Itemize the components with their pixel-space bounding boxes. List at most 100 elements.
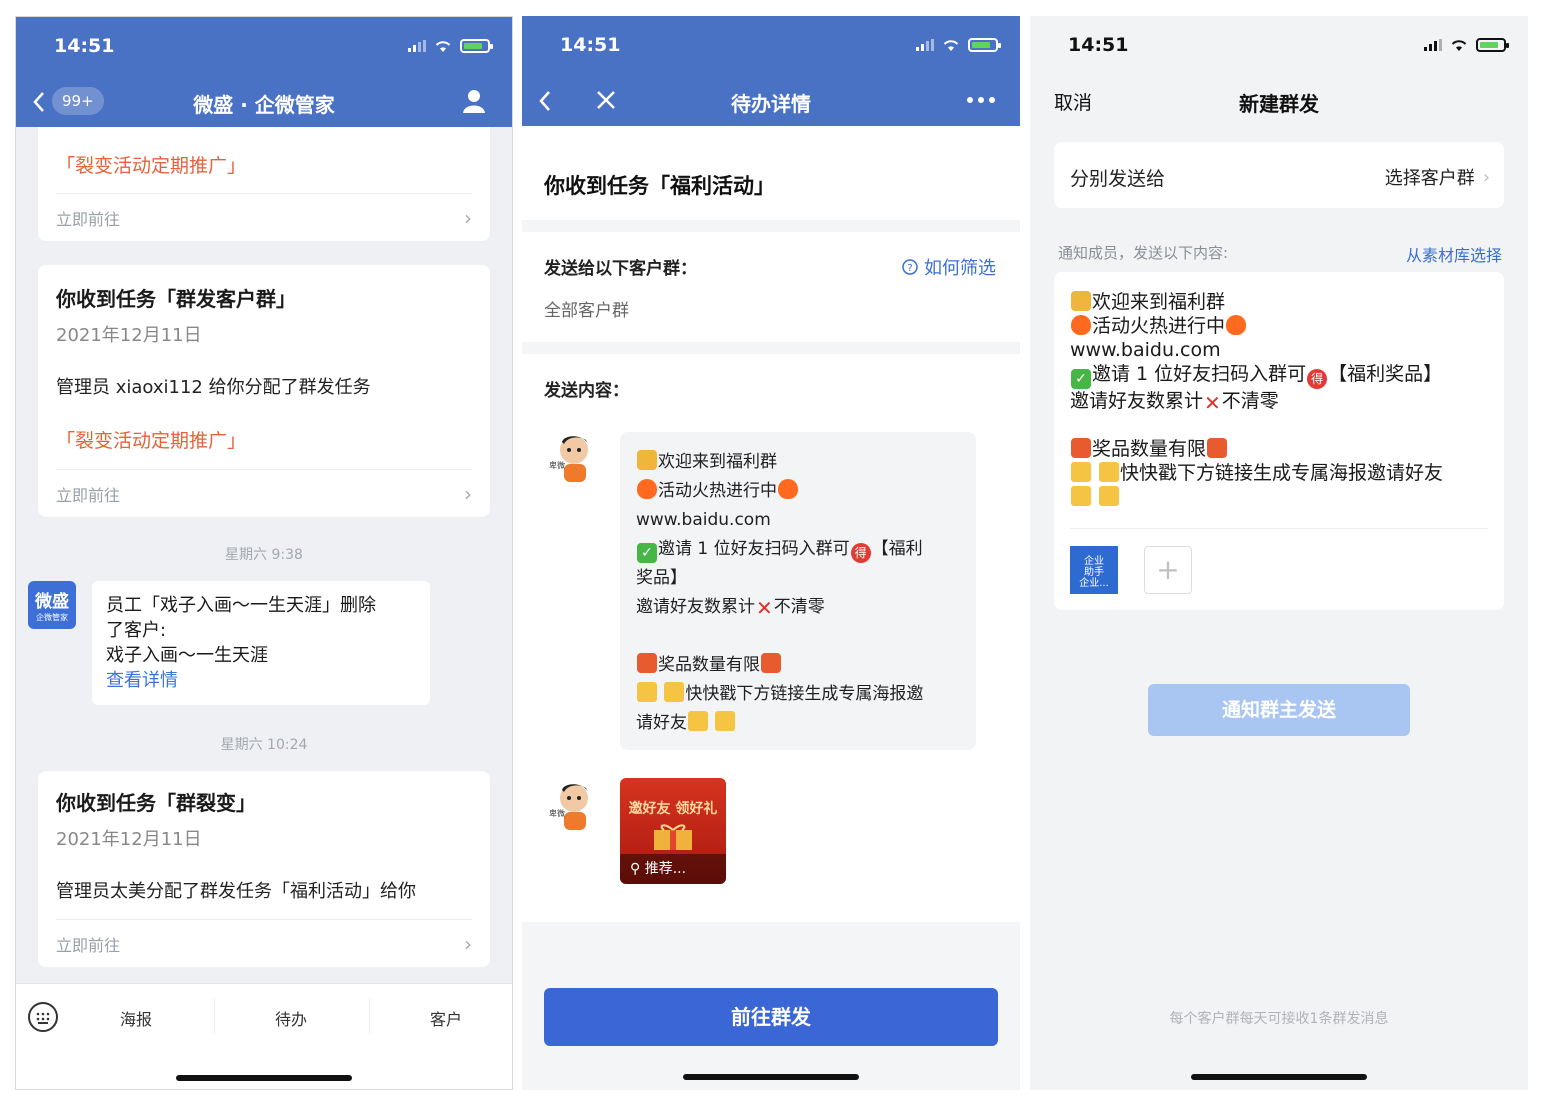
user-avatar: 卑微 [549,784,588,830]
fire-icon [778,479,798,499]
fire-icon [637,479,657,499]
chevron-right-icon: › [464,931,472,956]
how-to-filter-link[interactable]: ? 如何筛选 [902,254,996,280]
keyboard-icon[interactable] [27,1001,59,1033]
task-title: 你收到任务「群发客户群」 [56,287,296,311]
target-value: 全部客户群 [544,301,629,321]
status-time: 14:51 [560,34,621,56]
mini-program-card[interactable]: 邀好友 领好礼 ⚲ 推荐... [620,778,726,884]
gift-icon [761,653,781,673]
help-icon: ? [902,259,918,275]
mini-label: 推荐... [644,861,687,877]
avatar-sublabel: 企微管家 [36,613,68,622]
pointing-down-icon [715,711,736,731]
message-text[interactable]: 欢迎来到福利群 活动火热进行中 www.baidu.com ✓ 邀请 1 位好友扫… [1070,290,1490,509]
how-to-filter-label: 如何筛选 [924,258,996,279]
message-line: 【福利 [871,539,923,559]
todo-detail-screen: 14:51 待办详情 你收到任务「福利活动」 发送给以下客户群： ? 如何筛选 … [522,16,1020,1090]
message-line: 活动火热进行中 [658,481,777,501]
de-badge-icon: 得 [850,543,871,563]
task-date: 2021年12月11日 [56,829,202,850]
task-body: 管理员太美分配了群发任务「福利活动」给你 [56,881,416,902]
chevron-right-icon: › [464,481,472,506]
notice-label: 通知成员，发送以下内容: [1058,244,1229,262]
pointing-down-icon [1071,462,1091,482]
chat-title: 微盛 · 企微管家 [193,93,335,117]
material-library-link[interactable]: 从素材库选择 [1406,242,1502,266]
signal-icon [408,40,426,52]
message-line: 活动火热进行中 [1092,315,1226,337]
content-label: 发送内容： [544,381,629,401]
status-bar: 14:51 [1030,16,1528,66]
more-icon[interactable] [966,96,996,104]
go-link[interactable]: 立即前往 › [56,193,472,241]
message-line: 邀请 1 位好友扫码入群可 [658,539,850,559]
user-avatar: 卑微 [549,436,588,482]
gift-icon [637,653,657,673]
add-attachment-button[interactable]: + [1144,546,1192,594]
bottom-menu: 海报 待办 客户 [16,983,512,1089]
gift-icon [1071,438,1091,458]
recipient-row[interactable]: 分别发送给 选择客户群 › [1054,142,1504,208]
view-details-link[interactable]: 查看详情 [106,668,416,693]
avatar-caption: 卑微 [549,460,565,470]
go-label: 立即前往 [56,485,121,505]
battery-icon [968,38,1001,52]
link-icon: ⚲ [630,861,645,877]
nav-bar: 14:51 99+ 微盛 · 企微管家 [16,17,512,127]
message-line: 戏子入画～一生天涯 [106,645,268,666]
task-card[interactable]: 你收到任务「群裂变」 2021年12月11日 管理员太美分配了群发任务「福利活动… [38,771,490,967]
party-icon [637,450,657,470]
status-icons [408,39,493,53]
battery-icon [1476,38,1509,52]
sender-avatar[interactable]: 微盛 企微管家 [28,581,76,629]
pointing-down-icon [688,711,708,731]
svg-text:?: ? [907,263,912,274]
message-line: www.baidu.com [636,510,771,530]
menu-item-customer[interactable]: 客户 [430,1006,462,1030]
chat-screen: 14:51 99+ 微盛 · 企微管家 「裂变活动定期推广」 立即前往 › 你收到… [15,16,513,1090]
de-badge-icon: 得 [1307,369,1328,389]
message-line: 欢迎来到福利群 [1092,291,1226,313]
task-date: 2021年12月11日 [56,325,202,346]
menu-item-poster[interactable]: 海报 [120,1006,152,1030]
task-title: 你收到任务「福利活动」 [544,174,775,198]
plus-icon: + [1156,553,1180,586]
menu-item-todo[interactable]: 待办 [275,1006,307,1030]
gift-box-icon [654,824,692,850]
thumb-line: 助手 [1084,567,1104,578]
go-link[interactable]: 立即前往 › [56,469,472,517]
signal-icon [1424,39,1442,51]
content-editor[interactable]: 欢迎来到福利群 活动火热进行中 www.baidu.com ✓ 邀请 1 位好友扫… [1054,272,1504,610]
go-link[interactable]: 立即前往 › [56,919,472,967]
task-card[interactable]: 你收到任务「群发客户群」 2021年12月11日 管理员 xiaoxi112 给… [38,265,490,517]
message-line: 员工「戏子入画～一生天涯」删除 [106,595,376,616]
notify-owner-button[interactable]: 通知群主发送 [1148,684,1410,736]
footer-note: 每个客户群每天可接收1条群发消息 [1169,1011,1389,1027]
go-send-button[interactable]: 前往群发 [544,988,998,1046]
message-line: 欢迎来到福利群 [658,452,777,472]
chevron-right-icon: › [464,205,472,230]
fire-icon [1071,315,1091,335]
divider [214,998,215,1034]
activity-tag: 「裂变活动定期推广」 [56,430,247,452]
pointing-down-icon [664,682,685,702]
status-icons [1424,38,1509,52]
cross-icon: ✕ [756,596,773,620]
status-time: 14:51 [1068,34,1129,56]
task-card[interactable]: 「裂变活动定期推广」 立即前往 › [38,127,490,241]
message-line: 邀请好友数累计 [1070,390,1204,412]
mini-banner: 邀好友 领好礼 [628,801,718,817]
attachment-thumbnail[interactable]: 企业 助手 企业... [1070,546,1118,594]
wifi-icon [943,40,959,51]
divider [369,998,370,1034]
message-line: 奖品数量有限 [658,655,760,675]
home-indicator [1191,1074,1367,1080]
page-title: 新建群发 [1239,92,1319,116]
send-each-label: 分别发送给 [1070,168,1166,190]
pointing-down-icon [1071,486,1091,506]
timestamp: 星期六 9:38 [225,547,303,563]
profile-icon[interactable] [462,89,486,113]
gift-icon [1207,438,1228,458]
activity-tag: 「裂变活动定期推广」 [56,155,247,177]
